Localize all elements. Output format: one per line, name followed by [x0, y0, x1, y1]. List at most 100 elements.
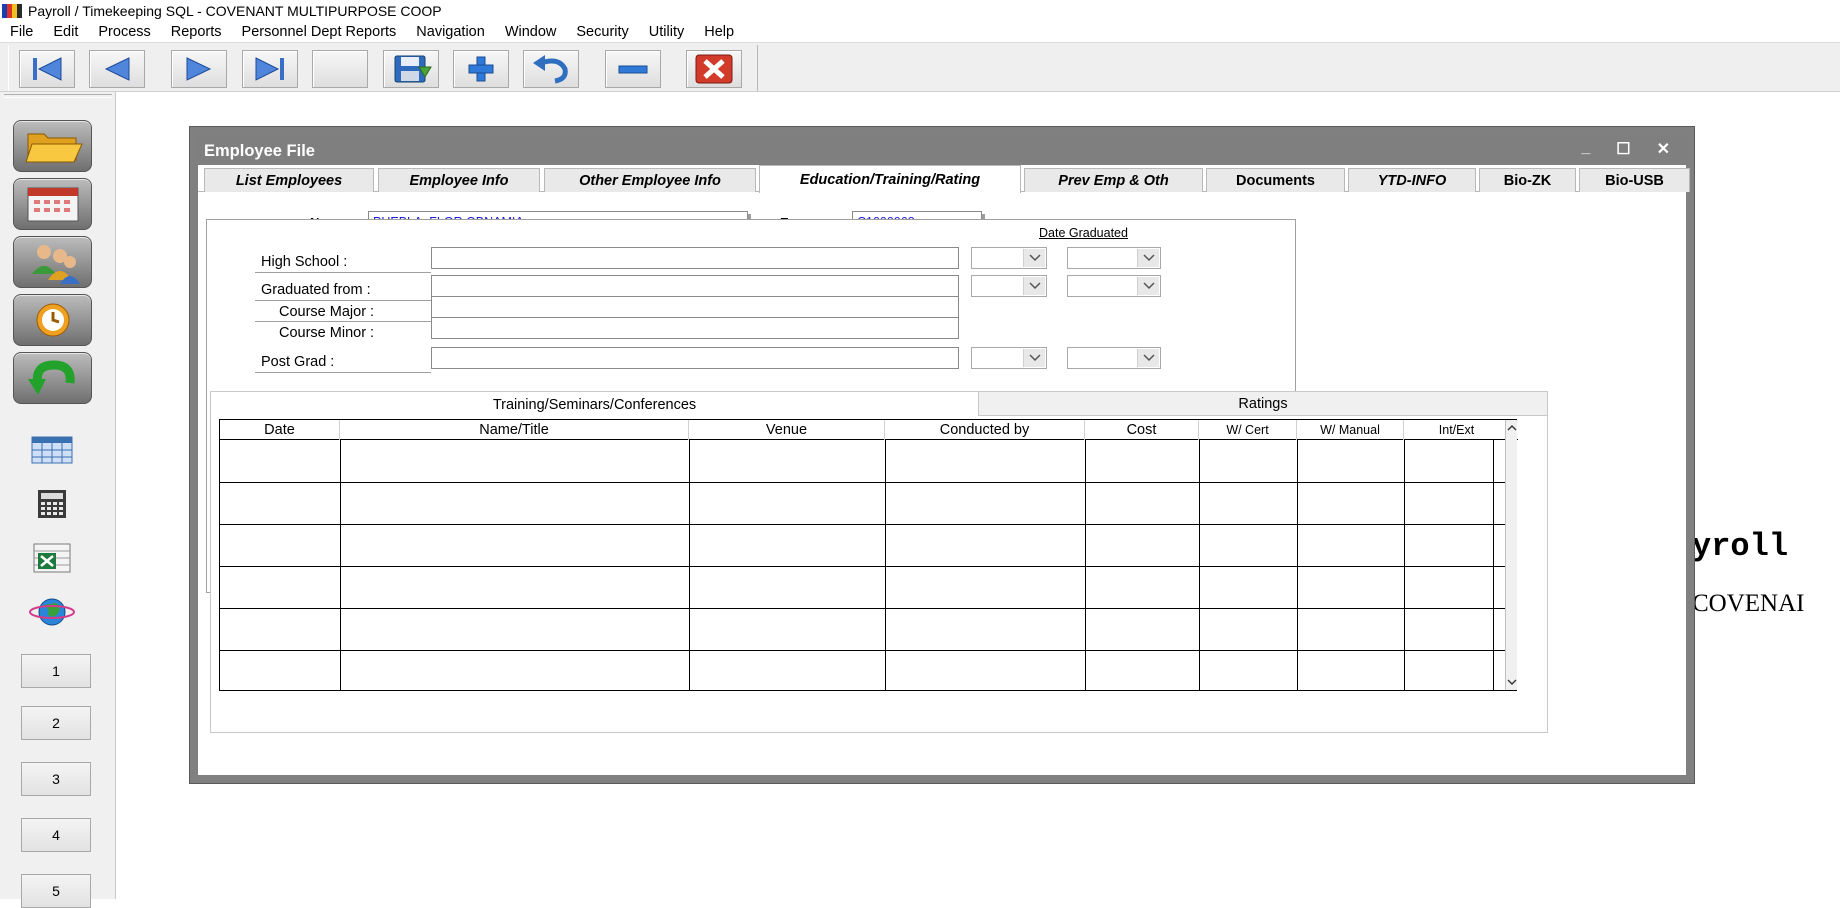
previous-record-button[interactable]: [89, 50, 145, 88]
grid-column-divider: [1493, 440, 1494, 690]
grid-column-divider: [1085, 440, 1086, 690]
sidebar-internet-button[interactable]: [28, 594, 76, 630]
sidebar-shortcut-2[interactable]: 2: [21, 706, 91, 740]
column-int-ext[interactable]: Int/Ext: [1404, 420, 1510, 440]
add-button[interactable]: [453, 50, 509, 88]
column-conducted-by[interactable]: Conducted by: [885, 420, 1085, 440]
close-button[interactable]: [686, 50, 742, 88]
tab-bio-usb[interactable]: Bio-USB: [1579, 168, 1690, 192]
window-controls: _ ☐ ✕: [1581, 139, 1670, 159]
table-row[interactable]: [220, 650, 1505, 651]
college-date-from-select[interactable]: [971, 275, 1047, 297]
window-title: Employee File: [204, 142, 315, 160]
table-row[interactable]: [220, 608, 1505, 609]
sidebar-calculator-button[interactable]: [28, 486, 76, 522]
sidebar-schedule-button[interactable]: [28, 432, 76, 468]
menu-utility[interactable]: Utility: [639, 24, 694, 40]
tab-documents[interactable]: Documents: [1206, 168, 1345, 192]
grid-column-divider: [340, 440, 341, 690]
app-title: Payroll / Timekeeping SQL - COVENANT MUL…: [28, 3, 442, 19]
grid-column-divider: [1199, 440, 1200, 690]
training-grid: Date Name/Title Venue Conducted by Cost …: [219, 419, 1518, 691]
course-major-input[interactable]: [431, 296, 959, 318]
refresh-icon: [27, 360, 75, 395]
sidebar-employees-button[interactable]: [13, 236, 92, 288]
calendar-icon: [27, 187, 78, 222]
graduated-from-label: Graduated from :: [261, 282, 371, 298]
training-grid-header: Date Name/Title Venue Conducted by Cost …: [220, 420, 1518, 440]
post-grad-label: Post Grad :: [261, 354, 335, 370]
menu-file[interactable]: File: [0, 24, 43, 40]
column-name-title[interactable]: Name/Title: [340, 420, 689, 440]
menu-edit[interactable]: Edit: [43, 24, 88, 40]
sidebar-shortcut-3[interactable]: 3: [21, 762, 91, 796]
graduated-from-input[interactable]: [431, 275, 959, 297]
grid-vertical-scrollbar[interactable]: [1505, 420, 1517, 690]
sidebar-timekeeping-button[interactable]: [13, 294, 92, 346]
post-grad-date-to-select[interactable]: [1067, 347, 1161, 369]
sidebar-divider: [4, 94, 112, 98]
college-date-to-select[interactable]: [1067, 275, 1161, 297]
menu-window[interactable]: Window: [495, 24, 567, 40]
column-venue[interactable]: Venue: [689, 420, 885, 440]
tab-ytd-info[interactable]: YTD-INFO: [1348, 168, 1476, 192]
column-with-manual[interactable]: W/ Manual: [1297, 420, 1404, 440]
sidebar-open-button[interactable]: [13, 120, 92, 172]
course-minor-input[interactable]: [431, 317, 959, 339]
column-with-cert[interactable]: W/ Cert: [1199, 420, 1297, 440]
sidebar-refresh-button[interactable]: [13, 352, 92, 404]
last-record-button[interactable]: [242, 50, 298, 88]
grid-column-divider: [885, 440, 886, 690]
minimize-icon[interactable]: _: [1581, 139, 1590, 159]
chevron-down-icon: [1023, 349, 1045, 367]
tab-education-training-rating[interactable]: Education/Training/Rating: [759, 165, 1021, 193]
graduated-from-underline: [255, 300, 431, 301]
tab-training-seminars[interactable]: Training/Seminars/Conferences: [211, 391, 978, 417]
tab-employee-info[interactable]: Employee Info: [378, 168, 540, 192]
tab-bio-zk[interactable]: Bio-ZK: [1479, 168, 1576, 192]
save-icon: [394, 55, 432, 83]
tab-other-employee-info[interactable]: Other Employee Info: [544, 168, 756, 192]
column-date[interactable]: Date: [220, 420, 340, 440]
sidebar-shortcut-4[interactable]: 4: [21, 818, 91, 852]
high-school-date-to-select[interactable]: [1067, 247, 1161, 269]
sidebar-excel-button[interactable]: [28, 540, 76, 576]
high-school-input[interactable]: [431, 247, 959, 269]
window-close-icon[interactable]: ✕: [1657, 139, 1670, 159]
menu-personnel-dept-reports[interactable]: Personnel Dept Reports: [232, 24, 407, 40]
globe-icon: [29, 598, 75, 626]
app-title-bar: Payroll / Timekeeping SQL - COVENANT MUL…: [0, 0, 1840, 22]
first-record-button[interactable]: [19, 50, 75, 88]
column-cost[interactable]: Cost: [1085, 420, 1199, 440]
menu-security[interactable]: Security: [566, 24, 638, 40]
users-icon: [31, 245, 80, 284]
next-record-button[interactable]: [171, 50, 227, 88]
table-row[interactable]: [220, 524, 1505, 525]
window-body: List Employees Employee Info Other Emplo…: [198, 165, 1690, 775]
tab-prev-emp-oth[interactable]: Prev Emp & Oth: [1024, 168, 1203, 192]
sidebar-calendar-button[interactable]: [13, 178, 92, 230]
save-button[interactable]: [383, 50, 439, 88]
table-row[interactable]: [220, 482, 1505, 483]
post-grad-date-from-select[interactable]: [971, 347, 1047, 369]
plus-icon: [468, 56, 494, 82]
menu-help[interactable]: Help: [694, 24, 744, 40]
tab-list-employees[interactable]: List Employees: [204, 168, 374, 192]
table-row[interactable]: [220, 566, 1505, 567]
delete-button[interactable]: [605, 50, 661, 88]
post-grad-input[interactable]: [431, 347, 959, 369]
sidebar-shortcut-1[interactable]: 1: [21, 654, 91, 688]
tab-ratings[interactable]: Ratings: [978, 392, 1547, 416]
menu-process[interactable]: Process: [88, 24, 160, 40]
menu-reports[interactable]: Reports: [161, 24, 232, 40]
chevron-up-icon[interactable]: [1507, 424, 1517, 432]
blank-toolbar-button[interactable]: [312, 50, 368, 88]
maximize-icon[interactable]: ☐: [1616, 139, 1630, 159]
calculator-icon: [38, 490, 66, 518]
excel-icon: [33, 543, 71, 573]
menu-navigation[interactable]: Navigation: [406, 24, 495, 40]
sidebar-shortcut-5[interactable]: 5: [21, 874, 91, 908]
high-school-date-from-select[interactable]: [971, 247, 1047, 269]
chevron-down-icon[interactable]: [1507, 678, 1517, 686]
undo-button[interactable]: [523, 50, 579, 88]
